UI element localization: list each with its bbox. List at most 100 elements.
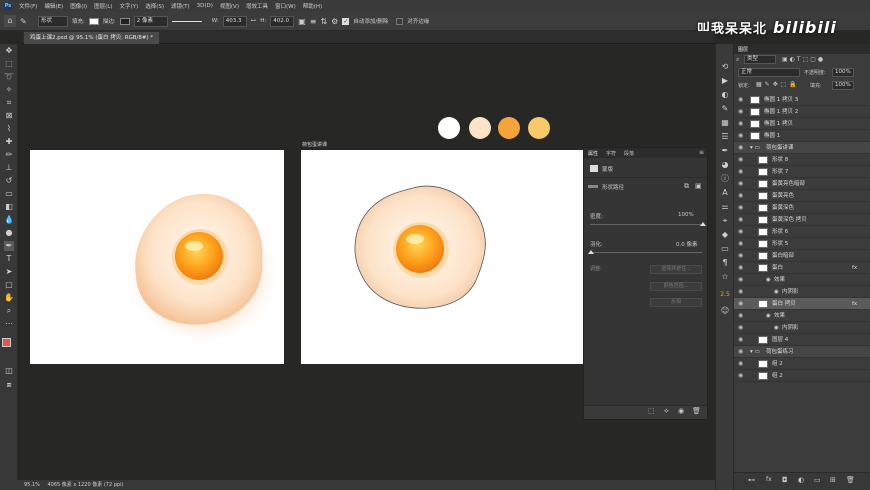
hand-tool-icon[interactable]: ✋ [4, 293, 14, 303]
layer-effect[interactable]: ◉ ◉ 效果 [734, 310, 870, 322]
opacity-field[interactable]: 100% [832, 68, 854, 77]
eye-icon[interactable]: ◉ [738, 154, 743, 166]
eye-icon[interactable]: ◉ [738, 238, 743, 250]
layer-row[interactable]: ◉ 椭圆 1 拷贝 3 [734, 94, 870, 106]
apply-mask-icon[interactable]: ▣ [695, 182, 702, 190]
menu-item[interactable]: 图层(L) [94, 2, 112, 10]
eye-icon[interactable]: ◉ [738, 286, 743, 298]
swatches-panel-icon[interactable]: ▦ [720, 118, 730, 128]
actions-panel-icon[interactable]: ▶ [720, 76, 730, 86]
menu-item[interactable]: 文字(Y) [120, 2, 139, 10]
document-tab[interactable]: 鸡蛋上课2.psd @ 95.1% (蛋白 拷贝, RGB/8#) * [24, 32, 160, 44]
link-icon[interactable]: ⊷ [251, 18, 257, 24]
3d-panel-icon[interactable]: ◆ [720, 230, 730, 240]
add-mask-icon[interactable]: ◘ [782, 476, 788, 484]
history-panel-icon[interactable]: ⟲ [720, 62, 730, 72]
blend-mode-select[interactable]: 正常 [738, 68, 800, 77]
eye-icon[interactable]: ◉ [738, 250, 743, 262]
density-slider[interactable] [590, 224, 702, 225]
adjustments-panel-icon[interactable]: ◐ [720, 90, 730, 100]
layer-row[interactable]: ◉ 蛋白 拷贝 fx [734, 298, 870, 310]
layer-row[interactable]: ◉ 蛋黄亮色 [734, 190, 870, 202]
shape-tool-icon[interactable]: ▢ [4, 280, 14, 290]
layer-row[interactable]: ◉ 椭圆 1 拷贝 [734, 118, 870, 130]
home-icon[interactable]: ⌂ [4, 15, 16, 27]
path-select-tool-icon[interactable]: ➤ [4, 267, 14, 277]
menu-item[interactable]: 选择(S) [145, 2, 164, 10]
eye-icon[interactable]: ◉ [738, 346, 743, 358]
effect-eye-icon[interactable]: ◉ [774, 286, 779, 298]
layer-group[interactable]: ◉ ▾ ▭ 荷包蛋讲课 [734, 142, 870, 154]
eye-icon[interactable]: ◉ [738, 262, 743, 274]
search-icon[interactable]: ⌕ [736, 56, 739, 64]
history-brush-icon[interactable]: ↺ [4, 176, 14, 186]
zoom-tool-icon[interactable]: ⌕ [4, 306, 14, 316]
lock-icons[interactable]: ▦✎✥⬚🔒 [756, 81, 800, 88]
menu-item[interactable]: 帮助(H) [303, 2, 322, 10]
lasso-tool-icon[interactable]: ➰ [4, 72, 14, 82]
eye-icon[interactable]: ◉ [738, 322, 743, 334]
type-tool-icon[interactable]: T [4, 254, 14, 264]
new-group-icon[interactable]: ▭ [814, 476, 821, 484]
frame-tool-icon[interactable]: ⊠ [4, 111, 14, 121]
dodge-tool-icon[interactable]: ● [4, 228, 14, 238]
fx-icon[interactable]: fx [852, 262, 857, 274]
adjustment-layer-icon[interactable]: ◐ [798, 476, 804, 484]
density-value[interactable]: 100% [678, 212, 694, 218]
libraries-panel-icon[interactable]: ☰ [720, 132, 730, 142]
layer-row[interactable]: ◉ 蛋白 fx [734, 262, 870, 274]
eye-icon[interactable]: ◉ [738, 94, 743, 106]
eyedropper-tool-icon[interactable]: ⌇ [4, 124, 14, 134]
shape-mode-select[interactable]: 形状 [38, 15, 68, 27]
navigator-panel-icon[interactable]: ⌖ [720, 216, 730, 226]
quick-mask-icon[interactable]: ◫ [4, 366, 14, 376]
load-selection-icon[interactable]: ⬚ [648, 407, 655, 415]
glyphs-panel-icon[interactable]: A [720, 188, 730, 198]
artboard-label[interactable]: 荷包蛋讲课 [302, 141, 327, 148]
stroke-width-field[interactable]: 2 像素 [133, 15, 168, 27]
artboard-reference[interactable] [30, 150, 284, 364]
panel-menu-icon[interactable]: ≡ [699, 149, 704, 156]
screen-mode-icon[interactable]: ⧈ [4, 380, 14, 390]
eye-icon[interactable]: ◉ [738, 358, 743, 370]
zoom-level[interactable]: 95.1% [24, 482, 40, 488]
path-arrange-icon[interactable]: ⇅ [320, 17, 327, 26]
width-field[interactable]: 403.3 [222, 15, 247, 27]
delete-mask-icon[interactable]: 🗑 [692, 407, 701, 415]
menu-item[interactable]: 视图(V) [220, 2, 239, 10]
eye-icon[interactable]: ◉ [738, 106, 743, 118]
select-and-mask-button[interactable]: 选择并遮住... [650, 265, 702, 274]
layer-row[interactable]: ◉ 椭圆 1 拷贝 2 [734, 106, 870, 118]
healing-tool-icon[interactable]: ✚ [4, 137, 14, 147]
layer-row[interactable]: ◉ 形状 5 [734, 238, 870, 250]
stamp-tool-icon[interactable]: ⊥ [4, 163, 14, 173]
effect-eye-icon[interactable]: ◉ [766, 310, 771, 322]
visibility-icon[interactable]: ◉ [678, 407, 684, 415]
layer-row[interactable]: ◉ 蛋白暗部 [734, 250, 870, 262]
blur-tool-icon[interactable]: 💧 [4, 215, 14, 225]
layer-row[interactable]: ◉ 蛋黄深色 [734, 202, 870, 214]
path-align-icon[interactable]: ≡ [310, 17, 317, 26]
color-panel-icon[interactable]: ◕ [720, 160, 730, 170]
tab-character[interactable]: 字符 [606, 150, 616, 157]
link-layers-icon[interactable]: ⊷ [748, 476, 755, 484]
filter-kind-select[interactable]: 类型 [744, 55, 776, 64]
menu-item[interactable]: 编辑(E) [44, 2, 63, 10]
layer-row[interactable]: ◉ 组 2 [734, 358, 870, 370]
layer-row[interactable]: ◉ 形状 6 [734, 226, 870, 238]
gear-icon[interactable]: ⚙ [331, 17, 338, 26]
fx-icon[interactable]: fx [852, 298, 857, 310]
menu-item[interactable]: 3D(D) [197, 3, 213, 9]
eye-icon[interactable]: ◉ [738, 166, 743, 178]
effect-eye-icon[interactable]: ◉ [766, 274, 771, 286]
styles-panel-icon[interactable]: ☆ [720, 272, 730, 282]
layer-effect[interactable]: ◉ ◉ 内阴影 [734, 322, 870, 334]
info-panel-icon[interactable]: ⓘ [720, 174, 730, 184]
folder-icon[interactable]: ▾ ▭ [750, 346, 760, 358]
align-edges-checkbox[interactable] [396, 17, 404, 25]
layer-group[interactable]: ◉ ▾ ▭ 荷包蛋练习 [734, 346, 870, 358]
eye-icon[interactable]: ◉ [738, 370, 743, 382]
stroke-swatch[interactable] [119, 17, 130, 25]
brush-panel-icon[interactable]: ✎ [720, 104, 730, 114]
eye-icon[interactable]: ◉ [738, 214, 743, 226]
